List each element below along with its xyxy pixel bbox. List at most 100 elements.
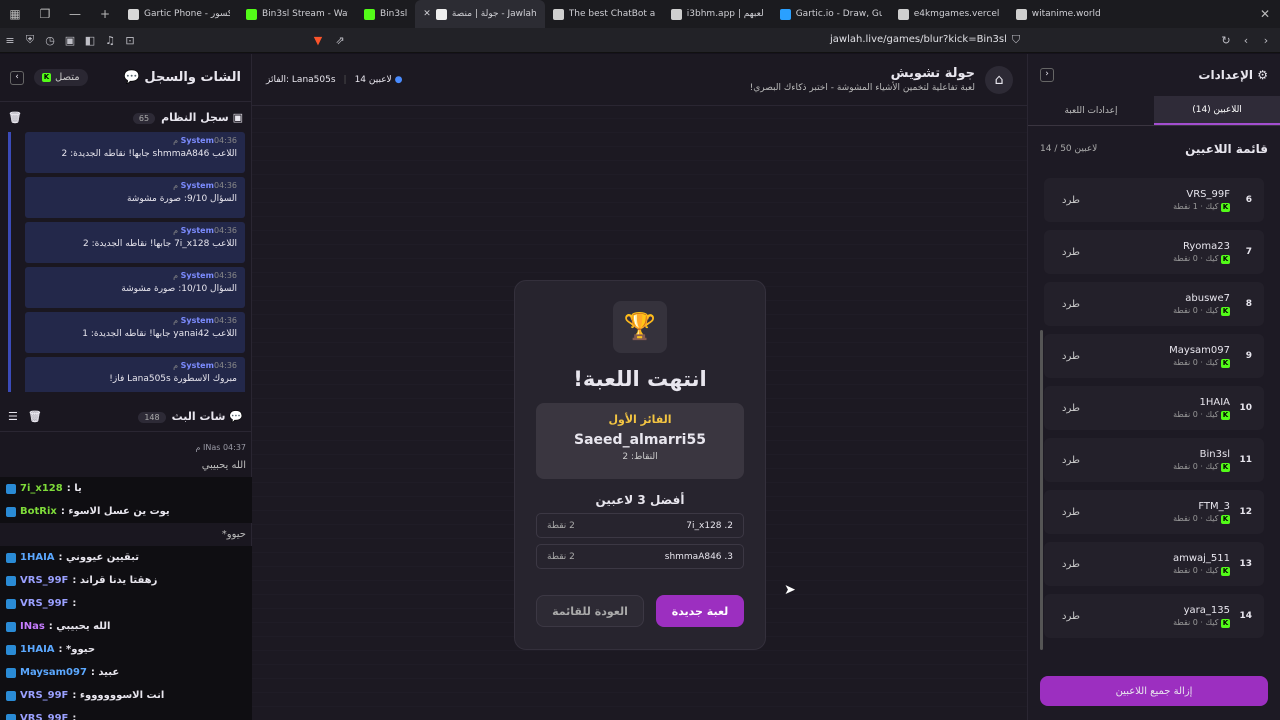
kick-button[interactable]: طرد — [1062, 403, 1080, 414]
restore-icon[interactable]: ❐ — [30, 7, 60, 21]
chat-nick: 1HAIA — [20, 644, 55, 655]
bookmark-icon[interactable]: ⛉ — [1006, 33, 1026, 47]
syslog-sender: System — [180, 136, 214, 145]
kick-icon: K — [1221, 462, 1230, 472]
chat-text: حيوو* — [221, 529, 246, 540]
clear-chat-icon[interactable]: 🗑 — [28, 410, 42, 423]
player-sub: K كيك · 0 نقطة — [1080, 566, 1230, 576]
player-sub: K كيك · 0 نقطة — [1080, 358, 1230, 368]
home-button[interactable]: ⌂ — [985, 65, 1013, 94]
collapse-panel-icon[interactable]: ‹ — [10, 70, 24, 85]
screenshot-icon[interactable]: ⊡ — [120, 34, 140, 47]
winner-label: الفائز الأول — [608, 413, 672, 426]
top-player-name: 3. shmmaA846 — [664, 551, 733, 562]
chat-text: : — [72, 713, 77, 720]
browser-tab[interactable]: Bin3sl — [356, 0, 415, 28]
kick-button[interactable]: طرد — [1062, 195, 1080, 206]
player-sub: K كيك · 0 نقطة — [1080, 514, 1230, 524]
kick-icon: K — [1221, 254, 1230, 264]
back-to-list-button[interactable]: العودة للقائمة — [536, 595, 644, 627]
kick-icon: K — [1221, 358, 1230, 368]
close-window-icon[interactable]: ✕ — [1250, 7, 1280, 21]
syslog-text: اللاعب yanai42 جابها! نقاطه الجديدة: 1 — [82, 329, 237, 339]
chat-overlay-message: INas: الله يحبيبي — [0, 615, 252, 638]
history-icon[interactable]: ◷ — [40, 34, 60, 47]
kick-button[interactable]: طرد — [1062, 247, 1080, 258]
winner-points: النقاط: 2 — [622, 452, 658, 462]
brave-shield-icon[interactable]: ▼ — [308, 34, 328, 47]
url-field[interactable]: jawlah.live/games/blur?kick=Bin3sl — [830, 34, 1007, 45]
chat-text: : — [72, 598, 77, 609]
browser-tab[interactable]: Gartic.io - Draw, Guess, WIN — [772, 0, 890, 28]
forward-icon[interactable]: › — [1256, 34, 1276, 47]
player-sub: K كيك · 0 نقطة — [1080, 462, 1230, 472]
player-row: 12 FTM_3 K كيك · 0 نقطة طرد — [1044, 490, 1264, 534]
syslog-entry: System04:36 م اللاعب yanai42 جابها! نقاطه… — [25, 312, 245, 353]
browser-tab[interactable]: ✕ جولة | منصة - Jawlah — [415, 0, 545, 28]
syslog-entry: System04:36 م اللاعب 7i_x128 جابها! نقاطه… — [25, 222, 245, 263]
player-name: Bin3sl — [1199, 448, 1230, 460]
chat-nick: 7i_x128 — [20, 483, 63, 494]
remove-all-players-button[interactable]: إزالة جميع اللاعبين — [1040, 676, 1268, 706]
browser-tab[interactable]: The best ChatBot and Widgets — [545, 0, 663, 28]
tab-close-icon[interactable]: ✕ — [423, 9, 431, 19]
player-number: 8 — [1245, 299, 1252, 309]
share-icon[interactable]: ⇗ — [330, 34, 350, 47]
browser-tab[interactable]: witanime.world — [1008, 0, 1109, 28]
kick-button[interactable]: طرد — [1062, 455, 1080, 466]
chat-badge-icon — [6, 690, 16, 701]
kick-button[interactable]: طرد — [1062, 559, 1080, 570]
player-info: FTM_3 K كيك · 0 نقطة — [1080, 501, 1230, 524]
player-sub: K كيك · 0 نقطة — [1080, 410, 1230, 420]
player-name: VRS_99F — [1186, 188, 1230, 200]
kick-button[interactable]: طرد — [1062, 611, 1080, 622]
chat-overlay-message: VRS_99F: — [0, 707, 252, 720]
browser-tab[interactable]: e4kmgames.vercel.app/gam — [890, 0, 1008, 28]
syslog-sender: System — [180, 316, 214, 325]
filter-icon[interactable]: ☰ — [8, 410, 18, 423]
address-bar: ≡ ⛨ ◷ ▣ ◧ ♫ ⊡ ▼ ⇗ jawlah.live/games/blur… — [0, 28, 1280, 53]
game-area: الفائز: Lana505s | 14 لاعبين ● ⌂ جولة تش… — [252, 54, 1027, 720]
syslog-text: اللاعب 7i_x128 جابها! نقاطه الجديدة: 2 — [83, 239, 237, 249]
tab-favicon-icon — [552, 8, 564, 20]
browser-tab[interactable]: i3bhm.app | لعبهم — [663, 0, 772, 28]
tab-players[interactable]: اللاعبين (14) — [1154, 96, 1280, 125]
syslog-meta: System04:36 م — [33, 181, 237, 190]
new-tab-icon[interactable]: + — [90, 7, 120, 21]
back-icon[interactable]: ‹ — [1236, 34, 1256, 47]
kick-button[interactable]: طرد — [1062, 299, 1080, 310]
chat-overlay-message: VRS_99F: — [0, 592, 252, 615]
new-game-button[interactable]: لعبة جديدة — [656, 595, 744, 627]
trophy-icon: 🏆 — [613, 301, 667, 353]
kick-button[interactable]: طرد — [1062, 351, 1080, 362]
reload-icon[interactable]: ↻ — [1216, 34, 1236, 47]
player-name: 1HAIA — [1199, 396, 1230, 408]
gear-icon: ⚙ — [1257, 68, 1268, 82]
chat-overlay-message: 1HAIA: *حيوو — [0, 638, 252, 661]
browser-tab[interactable]: Bin3sl Stream - Watch Live — [238, 0, 356, 28]
players-list: 6 VRS_99F K كيك · 1 نقطة طرد 7 Ryoma23 K كيك ·… — [1044, 178, 1264, 656]
collapse-settings-icon[interactable]: › — [1040, 68, 1054, 82]
chat-badge-icon — [6, 621, 16, 632]
tab-game-settings[interactable]: إعدادات اللعبة — [1028, 96, 1154, 125]
sidebar-toggle-icon[interactable]: ◧ — [80, 34, 100, 47]
kick-button[interactable]: طرد — [1062, 507, 1080, 518]
tabs-icon[interactable]: ▣ — [60, 34, 80, 47]
browser-tab[interactable]: Gartic Phone - ف المكسور — [120, 0, 238, 28]
player-info: abuswe7 K كيك · 0 نقطة — [1080, 293, 1230, 316]
players-count: 14 لاعبين ● — [354, 74, 403, 85]
music-icon[interactable]: ♫ — [100, 34, 120, 47]
shield-icon[interactable]: ⛨ — [20, 33, 40, 47]
minimize-icon[interactable]: — — [60, 7, 90, 21]
players-scrollbar[interactable] — [1040, 330, 1043, 650]
clear-syslog-icon[interactable]: 🗑 — [8, 111, 22, 124]
chat-text: : الله يحبيبي — [48, 621, 111, 632]
player-row: 7 Ryoma23 K كيك · 0 نقطة طرد — [1044, 230, 1264, 274]
chat-badge-icon — [6, 713, 16, 720]
game-subtitle: لعبة تفاعلية لتخمين الأشياء المشوشة - اخ… — [749, 83, 975, 93]
menu-icon[interactable]: ≡ — [0, 34, 20, 47]
chat-icon: 💬 — [123, 70, 140, 85]
sidebar-icon[interactable]: ▦ — [0, 7, 30, 21]
player-sub-text: كيك · 0 نقطة — [1173, 253, 1219, 263]
chat-nick: VRS_99F — [20, 690, 69, 701]
